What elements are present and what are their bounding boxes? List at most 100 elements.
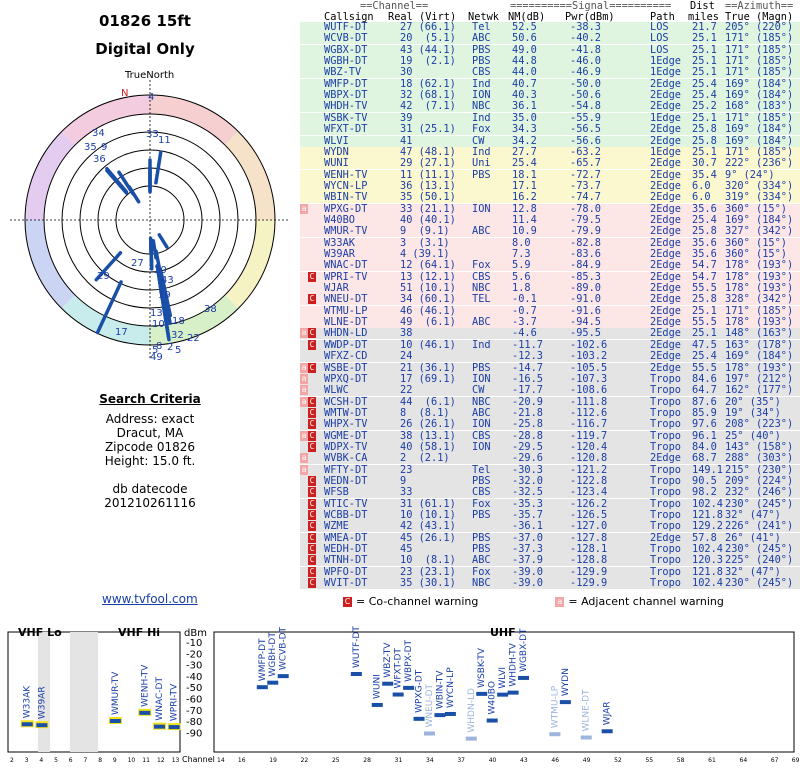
co-channel-warning-icon: C: [308, 441, 316, 452]
path-cell: Tropo: [650, 509, 681, 522]
callsign-cell: WBZ-TV: [324, 66, 362, 79]
uhf-tick-label: 67: [771, 757, 779, 764]
path-cell: 2Edge: [650, 304, 681, 317]
path-cell: 2Edge: [650, 531, 681, 544]
azimuth-cell: 225° (240°): [725, 554, 794, 567]
path-cell: 2Edge: [650, 316, 681, 329]
station-channel-label: 11: [158, 135, 171, 146]
nm-cell: 52.5: [512, 21, 537, 33]
search-line: Dracut, MA: [116, 426, 184, 440]
azimuth-cell: 19° (34°): [725, 406, 781, 419]
nm-cell: 49.0: [512, 43, 537, 56]
uhf-tick-label: 22: [301, 757, 309, 764]
uhf-tick-label: 61: [708, 757, 716, 764]
path-cell: 2Edge: [650, 327, 681, 340]
miles-cell: 25.1: [692, 111, 717, 124]
bar-label: WBPX-DT: [404, 639, 414, 681]
pwr-cell: -121.2: [570, 463, 608, 476]
uhf-tick-label: 55: [645, 757, 653, 764]
channel-cell: 23 (23.1): [400, 565, 456, 578]
co-channel-warning-icon: C: [308, 510, 316, 521]
nm-cell: -39.0: [512, 577, 543, 590]
pwr-cell: -116.7: [570, 418, 608, 431]
network-cell: Tel: [472, 463, 491, 476]
path-cell: LOS: [650, 21, 669, 33]
miles-cell: 102.4: [692, 577, 723, 590]
tvfool-link[interactable]: www.tvfool.com: [102, 592, 198, 606]
miles-cell: 47.5: [692, 338, 717, 351]
azimuth-cell: 26° (41°): [725, 531, 781, 544]
table-row: WPXQ-DT 17 (69.1) ION -16.5 -107.3 Tropo 84.6 1…: [300, 373, 800, 385]
network-cell: Tel: [472, 21, 491, 33]
nm-cell: -11.7: [512, 338, 543, 351]
channel-cell: 30: [400, 66, 413, 79]
vhf-tick-label: 5: [54, 757, 58, 764]
co-channel-warning-icon: C: [308, 544, 316, 555]
pwr-cell: -108.6: [570, 384, 608, 397]
table-row: WTIC-TV 31 (61.1) Fox -35.3 -126.2 Tropo 102.4…: [300, 497, 800, 510]
uhf-tick-label: 40: [489, 757, 497, 764]
miles-cell: 25.1: [692, 66, 717, 79]
azimuth-cell: 178° (193°): [725, 282, 794, 295]
station-channel-label: 33: [146, 129, 159, 140]
table-row: WTNH-DT 10 (8.1) ABC -37.9 -128.8 Tropo 120.3 2…: [300, 554, 800, 567]
station-channel-label: 34: [92, 128, 105, 139]
vhf-tick-label: 13: [172, 757, 180, 764]
channel-cell: 46 (46.1): [400, 304, 456, 317]
channel-cell: 4 (39.1): [400, 248, 450, 260]
network-cell: Fox: [472, 123, 491, 136]
bar-label: WHDN-LD: [467, 688, 477, 733]
network-cell: NBC: [472, 395, 491, 408]
signal-bar: [413, 716, 425, 721]
table-row: WBZ-TV 30 CBS 44.0 -46.9 1Edge 25.1 171° (185°): [300, 66, 800, 79]
network-cell: ION: [472, 89, 491, 102]
pwr-cell: -102.6: [570, 338, 608, 351]
callsign-cell: WCVB-DT: [324, 32, 368, 45]
adjacent-warning-icon: a: [300, 464, 308, 475]
channel-cell: 33 (21.1): [400, 202, 456, 215]
search-criteria: Search Criteria Address: exact Dracut, M…: [50, 392, 250, 510]
signal-bar: [424, 731, 435, 736]
bar-label: WBIN-TV: [435, 670, 445, 709]
azimuth-cell: 320° (334°): [725, 179, 794, 192]
co-channel-warning-icon: C: [308, 294, 316, 305]
pwr-cell: -126.2: [570, 497, 608, 510]
co-channel-legend: = Co-channel warning: [356, 595, 479, 608]
miles-cell: 25.4: [692, 89, 717, 102]
station-channel-label: 43: [161, 275, 174, 286]
path-cell: Tropo: [650, 554, 681, 567]
miles-cell: 25.8: [692, 123, 717, 136]
azimuth-cell: 171° (185°): [725, 111, 794, 124]
adjacent-warning-icon: a: [300, 203, 308, 214]
station-channel-label: 27: [131, 258, 144, 269]
miles-cell: 54.7: [692, 270, 717, 283]
miles-cell: 25.8: [692, 293, 717, 306]
callsign-cell: WPRI-TV: [324, 270, 368, 283]
path-cell: Tropo: [650, 486, 681, 499]
channel-cell: 21 (36.1): [400, 361, 456, 374]
nm-cell: -32.0: [512, 475, 543, 487]
nm-cell: 16.2: [512, 191, 537, 204]
y-tick-label: -40: [186, 672, 202, 683]
azimuth-cell: 148° (163°): [725, 327, 794, 340]
miles-cell: 121.8: [692, 509, 723, 522]
miles-cell: 57.8: [692, 531, 717, 544]
azimuth-cell: 230° (245°): [725, 497, 794, 510]
channel-cell: 45 (26.1): [400, 531, 456, 544]
nm-cell: -17.7: [512, 384, 543, 397]
pwr-cell: -127.8: [570, 531, 608, 544]
signal-bar: [518, 675, 530, 680]
table-row: W39AR 4 (39.1) 7.3 -83.6 2Edge 35.6 360° (15°): [300, 249, 800, 260]
bar-label: W40BO: [488, 681, 498, 714]
uhf-tick-label: 16: [238, 757, 246, 764]
table-row: WSBK-TV 39 Ind 35.0 -55.9 1Edge 25.1 171° (185°…: [300, 111, 800, 124]
callsign-cell: WHPX-TV: [324, 418, 368, 431]
bar-label: WHDH-TV: [509, 642, 519, 686]
azimuth-cell: 169° (184°): [725, 89, 794, 102]
pwr-cell: -55.9: [570, 111, 601, 124]
network-cell: Fox: [472, 497, 491, 510]
callsign-cell: WLWC: [324, 384, 349, 397]
signal-bar: [476, 691, 488, 696]
azimuth-cell: 215° (230°): [725, 463, 794, 476]
callsign-cell: WBIN-TV: [324, 191, 368, 204]
